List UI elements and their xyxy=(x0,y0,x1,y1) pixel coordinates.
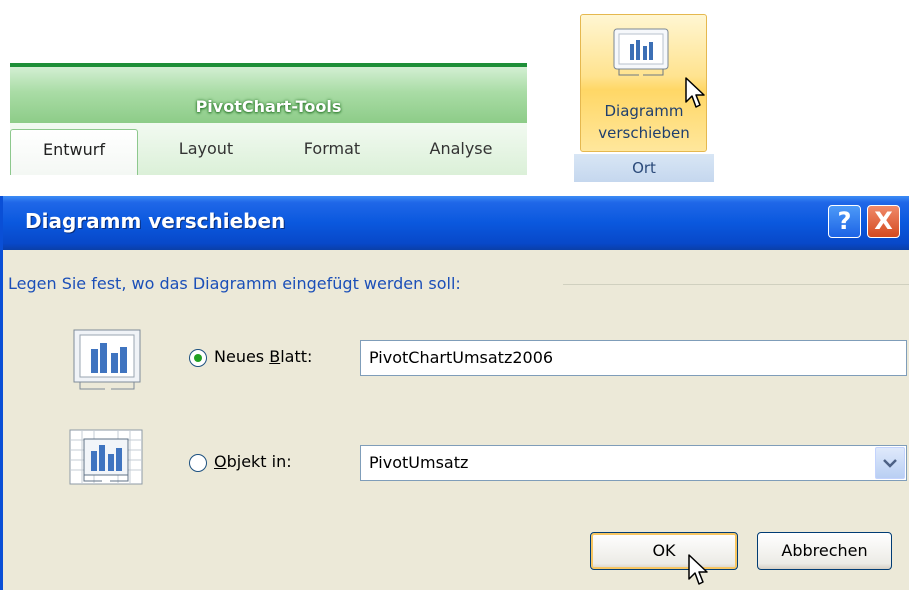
ok-button[interactable]: OK xyxy=(590,532,738,570)
object-in-label: Objekt in: xyxy=(214,452,292,471)
dialog-title: Diagramm verschieben xyxy=(25,209,286,233)
group-label-ort: Ort xyxy=(574,154,714,182)
mouse-pointer-icon xyxy=(685,77,705,108)
help-button[interactable]: ? xyxy=(828,205,861,238)
move-chart-ribbon-group: Diagramm verschieben Ort xyxy=(574,10,714,182)
embedded-chart-icon xyxy=(69,429,143,485)
cancel-button[interactable]: Abbrechen xyxy=(757,532,892,570)
dropdown-button[interactable] xyxy=(875,447,905,479)
radio-object-in[interactable] xyxy=(189,454,207,472)
dialog-prompt: Legen Sie fest, wo das Diagramm eingefüg… xyxy=(8,274,469,293)
mouse-pointer-icon xyxy=(688,554,708,585)
tab-layout[interactable]: Layout xyxy=(148,129,264,175)
dialog-titlebar[interactable]: Diagramm verschieben ? X xyxy=(3,196,909,250)
contextual-tab-header: PivotChart-Tools xyxy=(10,63,527,123)
object-in-select[interactable]: PivotUmsatz xyxy=(360,445,907,481)
close-button[interactable]: X xyxy=(867,205,900,238)
ribbon-contextual-tab-group: PivotChart-Tools Entwurf Layout Format A… xyxy=(10,63,527,175)
tab-entwurf[interactable]: Entwurf xyxy=(10,129,138,175)
move-chart-label-line2: verschieben xyxy=(598,124,690,142)
new-sheet-label-accel: B xyxy=(269,347,281,366)
tab-format[interactable]: Format xyxy=(272,129,392,175)
object-in-selected-value: PivotUmsatz xyxy=(369,453,469,472)
chart-move-icon xyxy=(613,28,669,76)
chevron-down-icon xyxy=(883,459,897,468)
new-sheet-label: Neues Blatt: xyxy=(214,347,312,366)
new-sheet-name-input[interactable]: PivotChartUmsatz2006 xyxy=(360,340,907,376)
chart-sheet-icon xyxy=(73,329,141,390)
radio-new-sheet[interactable] xyxy=(189,349,207,367)
prompt-separator xyxy=(563,284,909,285)
tab-analyse[interactable]: Analyse xyxy=(400,129,522,175)
move-chart-dialog: Diagramm verschieben ? X Legen Sie fest,… xyxy=(0,196,909,590)
object-in-label-suffix: bjekt in: xyxy=(226,452,292,471)
new-sheet-label-prefix: Neues xyxy=(214,347,270,366)
new-sheet-label-suffix: latt: xyxy=(280,347,313,366)
object-in-label-accel: O xyxy=(214,452,227,471)
contextual-tab-title: PivotChart-Tools xyxy=(195,97,342,116)
